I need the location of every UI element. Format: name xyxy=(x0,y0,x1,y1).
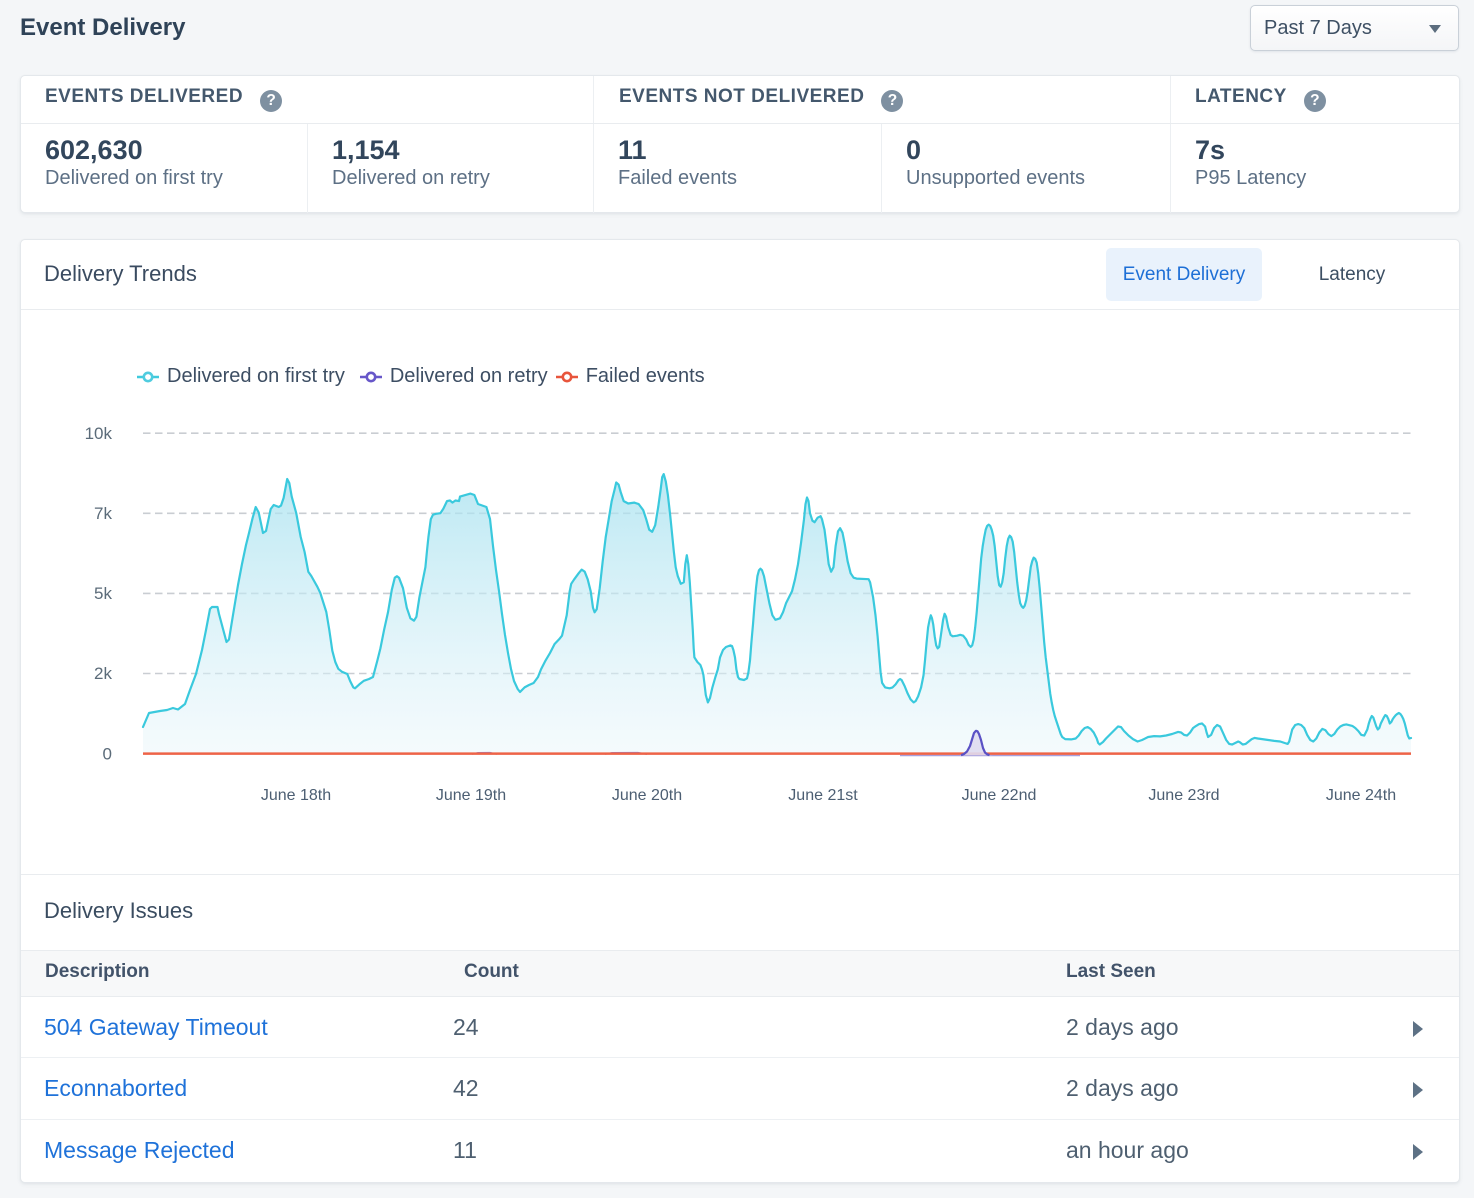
svg-text:June 19th: June 19th xyxy=(436,787,506,804)
svg-text:10k: 10k xyxy=(85,424,113,443)
svg-text:0: 0 xyxy=(103,745,112,764)
svg-text:2k: 2k xyxy=(94,664,112,683)
svg-text:June 18th: June 18th xyxy=(261,787,331,804)
svg-text:June 21st: June 21st xyxy=(788,787,858,804)
svg-text:June 23rd: June 23rd xyxy=(1148,787,1219,804)
svg-text:7k: 7k xyxy=(94,504,112,523)
svg-text:June 22nd: June 22nd xyxy=(962,787,1037,804)
svg-text:June 20th: June 20th xyxy=(612,787,682,804)
svg-text:5k: 5k xyxy=(94,584,112,603)
svg-text:June 24th: June 24th xyxy=(1326,787,1396,804)
